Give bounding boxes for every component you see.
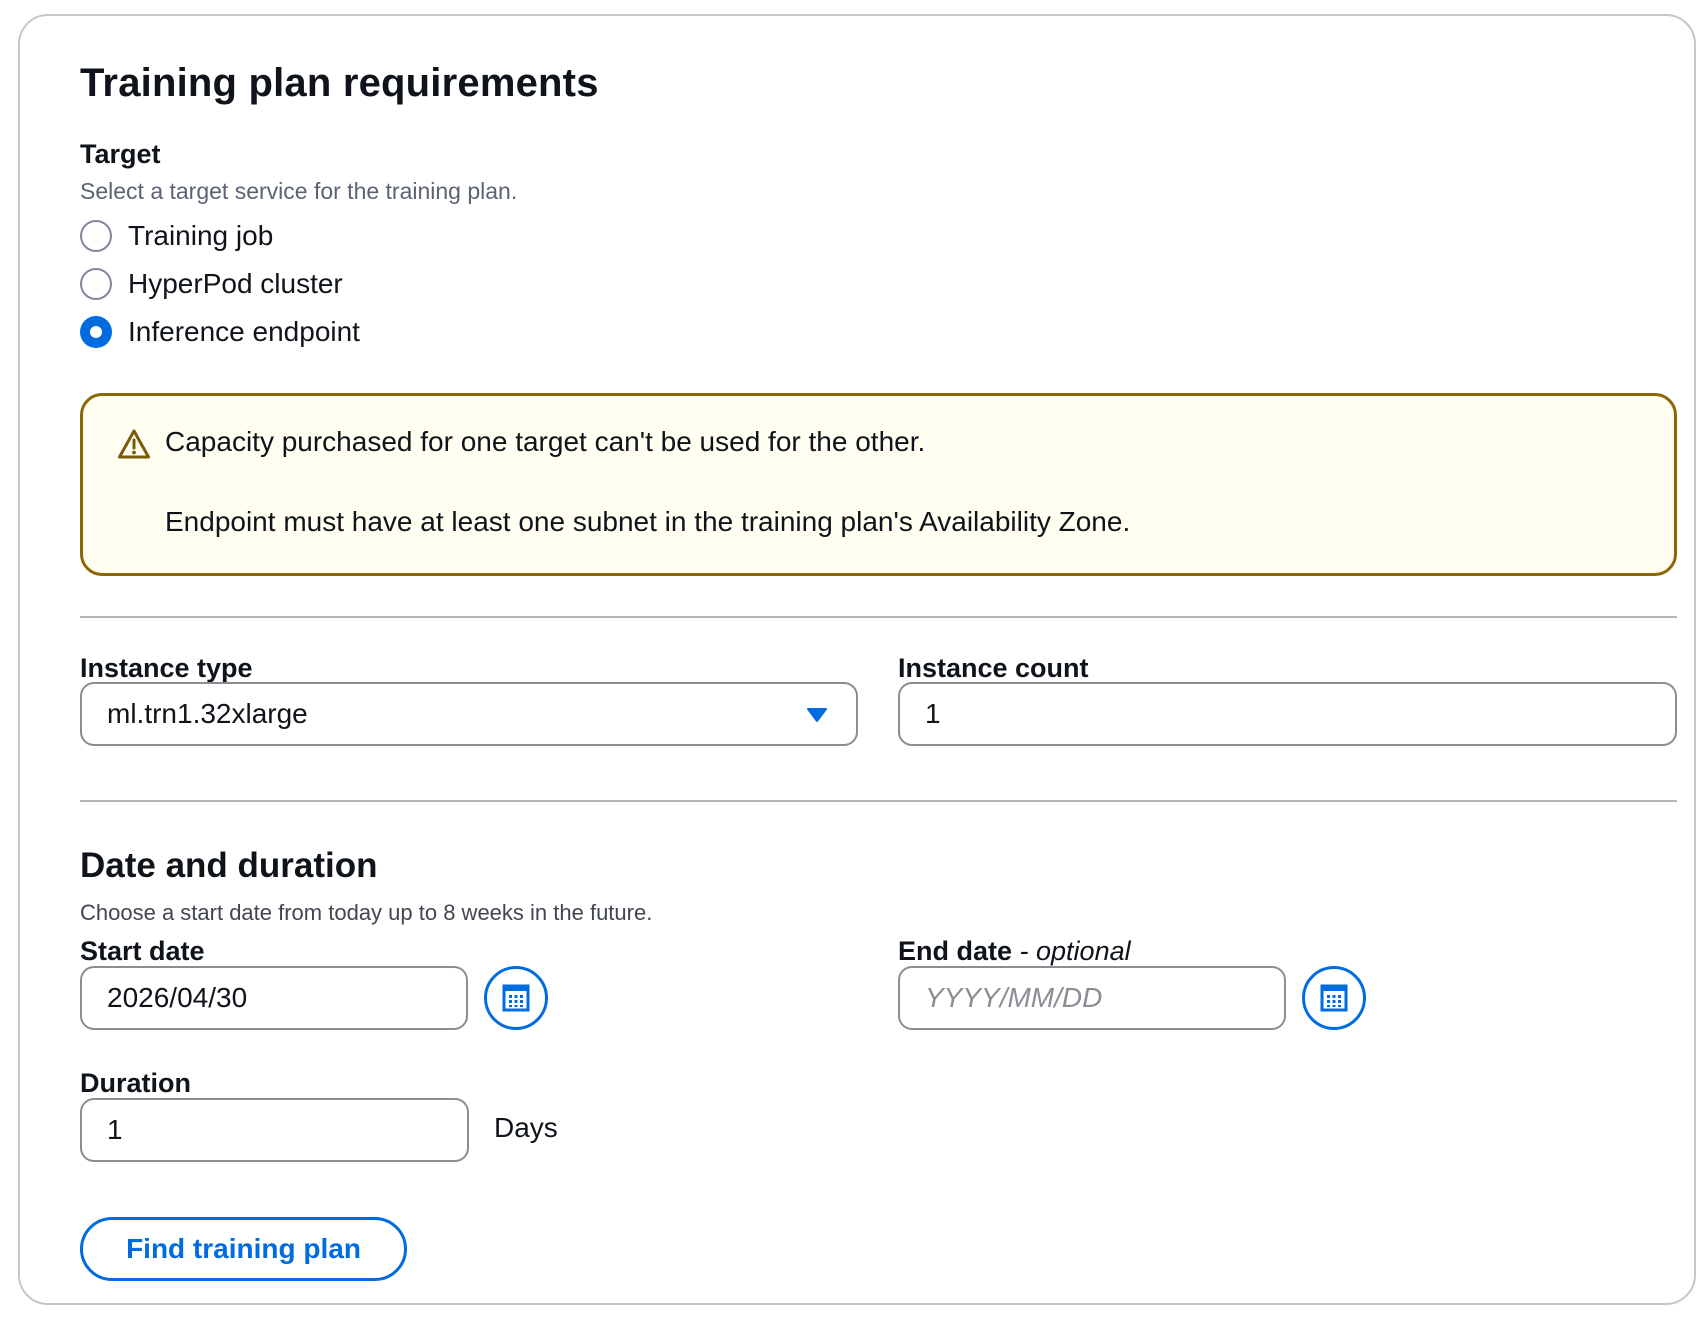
training-plan-requirements-panel: Training plan requirements Target Select… <box>18 14 1696 1305</box>
warning-icon <box>118 429 150 459</box>
start-date-label: Start date <box>80 936 205 966</box>
radio-button-selected[interactable] <box>80 316 112 348</box>
target-description: Select a target service for the training… <box>80 178 518 204</box>
divider <box>80 616 1677 618</box>
find-training-plan-button[interactable]: Find training plan <box>80 1217 407 1281</box>
instance-type-label: Instance type <box>80 653 253 683</box>
radio-button[interactable] <box>80 220 112 252</box>
instance-count-input[interactable]: 1 <box>898 682 1677 746</box>
radio-label: Inference endpoint <box>128 316 360 347</box>
radio-hyperpod-cluster[interactable]: HyperPod cluster <box>80 267 343 301</box>
end-date-label-text: End date <box>898 936 1013 966</box>
end-date-label: End date - optional <box>898 936 1131 967</box>
instance-type-value: ml.trn1.32xlarge <box>107 698 308 729</box>
duration-input[interactable]: 1 <box>80 1098 469 1162</box>
caret-down-icon <box>807 708 827 722</box>
start-date-input[interactable]: 2026/04/30 <box>80 966 468 1030</box>
calendar-icon <box>502 984 530 1012</box>
warning-alert: Capacity purchased for one target can't … <box>80 393 1677 576</box>
radio-inference-endpoint[interactable]: Inference endpoint <box>80 315 360 349</box>
calendar-icon <box>1320 984 1348 1012</box>
duration-unit: Days <box>494 1112 558 1143</box>
page-title: Training plan requirements <box>80 61 599 105</box>
radio-label: HyperPod cluster <box>128 268 343 299</box>
end-date-calendar-button[interactable] <box>1302 966 1366 1030</box>
instance-type-select[interactable]: ml.trn1.32xlarge <box>80 682 858 746</box>
optional-tag: - optional <box>1019 936 1131 966</box>
end-date-placeholder: YYYY/MM/DD <box>925 982 1103 1013</box>
date-duration-description: Choose a start date from today up to 8 w… <box>80 900 653 925</box>
duration-label: Duration <box>80 1068 191 1098</box>
radio-label: Training job <box>128 220 274 251</box>
start-date-calendar-button[interactable] <box>484 966 548 1030</box>
instance-count-value: 1 <box>925 698 941 729</box>
start-date-value: 2026/04/30 <box>107 982 248 1013</box>
duration-value: 1 <box>107 1114 123 1145</box>
radio-training-job[interactable]: Training job <box>80 219 273 253</box>
radio-button[interactable] <box>80 268 112 300</box>
date-duration-heading: Date and duration <box>80 846 378 885</box>
alert-line-1: Capacity purchased for one target can't … <box>165 426 926 457</box>
divider <box>80 800 1677 802</box>
target-label: Target <box>80 139 161 169</box>
end-date-input[interactable]: YYYY/MM/DD <box>898 966 1286 1030</box>
alert-line-2: Endpoint must have at least one subnet i… <box>165 506 1131 537</box>
instance-count-label: Instance count <box>898 653 1089 683</box>
